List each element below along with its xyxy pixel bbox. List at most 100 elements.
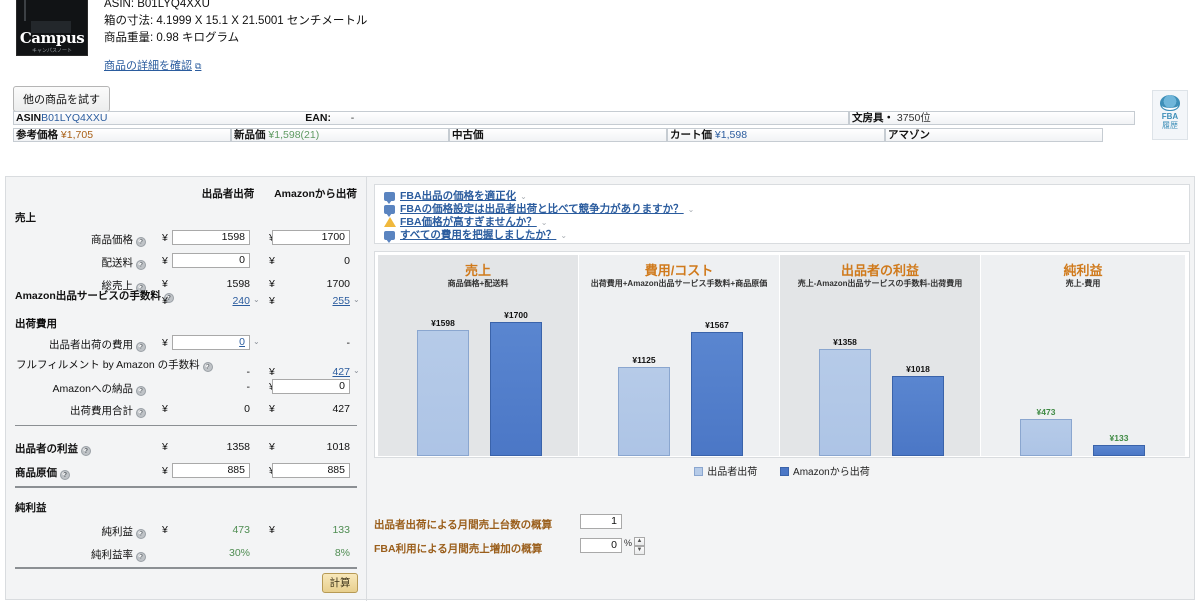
input-fba-uplift[interactable]: 0 [580,538,622,553]
thumbnail-brand-text: Campus [19,29,85,47]
chevron-down-icon[interactable]: ⌄ [688,205,695,214]
input-cost-of-goods-merchant[interactable]: 885 [172,463,250,478]
help-icon[interactable]: ? [136,529,146,539]
tip-label[interactable]: FBA価格が高すぎませんか？ [400,216,537,228]
help-icon[interactable]: ? [60,470,70,480]
input-monthly-units[interactable]: 1 [580,514,622,529]
value-fba-fee-merchant: - [246,366,251,378]
product-detail-link-label: 商品の詳細を確認 [104,60,192,72]
calculate-button[interactable]: 計算 [322,573,358,593]
bar-amazon [892,376,944,456]
chart-panel-subtitle: 出荷費用+Amazon出品サービス手数料+商品原価 [590,279,768,288]
input-merchant-fulfillment-cost[interactable]: 0 [172,335,250,350]
yen-symbol: ¥ [162,465,168,477]
yen-symbol: ¥ [162,403,168,415]
tip-label[interactable]: すべての費用を把握しましたか？ [400,229,556,241]
row-label-total-shipping-cost-text: 出荷費用合計 [70,405,133,417]
input-shipping-fee-merchant[interactable]: 0 [172,253,250,268]
spinner-up-button[interactable]: ▲ [634,537,645,546]
value-total-shipping-cost-amazon: 427 [332,403,350,415]
chart-panel-seller-proceeds: 出品者の利益 売上-Amazon出品サービスの手数料-出荷費用 ¥1358 ¥1… [780,255,980,456]
chart-panel-net-profit: 純利益 売上-費用 ¥473 ¥133 [981,255,1185,456]
row-label-shipping-fee: 配送料? [36,255,146,270]
help-icon[interactable]: ? [136,386,146,396]
bar-label-merchant: ¥1125 [632,355,656,365]
chart-panel-title: 売上 [464,263,491,278]
section-header-net-profit: 純利益 [15,502,47,514]
list-price-value: ¥1,705 [60,129,94,141]
help-icon[interactable]: ? [136,408,146,418]
chevron-down-icon[interactable]: ⌄ [520,192,527,201]
tip-row[interactable]: すべての費用を把握しましたか？ ⌄ [383,229,1181,243]
column-header-merchant: 出品者出荷 [201,188,255,200]
product-detail-link[interactable]: 商品の詳細を確認 ⧉ [104,57,201,73]
section-header-shipping-costs: 出荷費用 [15,318,57,330]
legend-item-amazon: Amazonから出荷 [780,467,870,478]
asin-info-bar: ASINB01LYQ4XXU EAN: - 文房具・ 3750位 [13,111,1135,125]
row-label-referral-fee: Amazon出品サービスの手数料? [15,291,174,303]
chart-panel-costs: 費用/コスト 出荷費用+Amazon出品サービス手数料+商品原価 ¥1125 ¥… [579,255,779,456]
calculator-main-panel: 出品者出荷 Amazonから出荷 売上 商品価格? ¥ 1598 ¥ 1700 … [5,176,1195,601]
input-item-price-merchant[interactable]: 1598 [172,230,250,245]
input-cost-of-goods-amazon[interactable]: 885 [272,463,350,478]
estimate-row-fba-uplift: FBA利用による月間売上増加の概算 [374,541,542,556]
ean-label: EAN: [305,112,331,124]
row-label-inbound-shipping-text: Amazonへの納品 [52,383,133,395]
estimate-label-monthly-units: 出品者出荷による月間売上台数の概算 [374,519,553,531]
ean-value: - [350,112,355,124]
chevron-down-icon[interactable]: ⌄ [253,295,260,304]
column-header-amazon: Amazonから出荷 [274,188,357,200]
category-rank-cell: 文房具・ 3750位 [849,111,1135,125]
tip-label[interactable]: FBA出品の価格を適正化 [400,190,516,202]
fba-badge-line2: 履歴 [1162,121,1178,130]
row-label-cost-of-goods: 商品原価? [15,465,115,480]
input-item-price-amazon[interactable]: 1700 [272,230,350,245]
value-net-margin-merchant: 30% [228,547,250,559]
chevron-down-icon[interactable]: ⌄ [253,337,260,346]
row-label-cost-of-goods-text: 商品原価 [15,467,57,479]
link-referral-fee-amazon[interactable]: 255 [272,295,350,307]
chevron-down-icon[interactable]: ⌄ [560,231,567,240]
tip-row[interactable]: FBA出品の価格を適正化 ⌄ [383,190,1181,204]
row-label-merchant-fulfillment-cost-text: 出品者出荷の費用 [49,339,133,351]
value-shipping-fee-amazon: 0 [344,255,350,267]
help-icon[interactable]: ? [136,552,146,562]
link-fba-fee-amazon[interactable]: 427 [272,366,350,378]
product-metadata: ASIN: B01LYQ4XXU 箱の寸法: 4.1999 X 15.1 X 2… [104,0,367,47]
yen-symbol: ¥ [162,295,168,307]
thumbnail-sub-text: キャンパスノート [31,48,72,54]
help-icon[interactable]: ? [136,237,146,247]
bar-amazon [490,322,542,456]
category-label: 文房具・ [852,112,894,124]
value-seller-proceeds-amazon: 1018 [326,441,350,453]
tip-row[interactable]: FBAの価格設定は出品者出荷と比べて競争力がありますか？ ⌄ [383,203,1181,217]
help-icon[interactable]: ? [136,342,146,352]
input-inbound-shipping-amazon[interactable]: 0 [272,379,350,394]
spinner-down-button[interactable]: ▼ [634,546,645,555]
tip-row[interactable]: FBA価格が高すぎませんか？ ⌄ [383,216,1181,229]
bar-amazon [1093,445,1145,456]
product-header: Campus キャンパスノート ASIN: B01LYQ4XXU 箱の寸法: 4… [0,0,1200,112]
used-price-cell: 中古価 [449,128,667,142]
value-total-shipping-cost-merchant: 0 [244,403,250,415]
fba-history-badge[interactable]: FBA 履歴 [1152,90,1188,140]
yen-symbol: ¥ [162,337,168,349]
list-price-cell: 参考価格 ¥1,705 [13,128,231,142]
row-label-merchant-fulfillment-cost: 出品者出荷の費用? [26,337,146,352]
chevron-down-icon[interactable]: ⌄ [541,218,548,227]
chart-legend: 出品者出荷 Amazonから出荷 [374,463,1190,478]
chevron-down-icon[interactable]: ⌄ [353,366,360,375]
fba-badge-line1: FBA [1161,112,1179,121]
row-label-fba-fee: フルフィルメント by Amazon の手数料? [16,360,213,372]
bar-label-amazon: ¥1018 [906,364,930,374]
try-other-product-button[interactable]: 他の商品を試す [13,86,110,112]
chevron-down-icon[interactable]: ⌄ [353,295,360,304]
value-merchant-fulfillment-cost-amazon: - [346,337,351,349]
help-icon[interactable]: ? [81,446,91,456]
link-referral-fee-merchant[interactable]: 240 [172,295,250,307]
tip-label[interactable]: FBAの価格設定は出品者出荷と比べて競争力がありますか？ [400,203,684,215]
help-icon[interactable]: ? [136,260,146,270]
row-label-referral-fee-text: Amazon出品サービスの手数料 [15,290,161,302]
value-net-profit-amazon: 133 [332,524,350,536]
value-seller-proceeds-merchant: 1358 [226,441,250,453]
